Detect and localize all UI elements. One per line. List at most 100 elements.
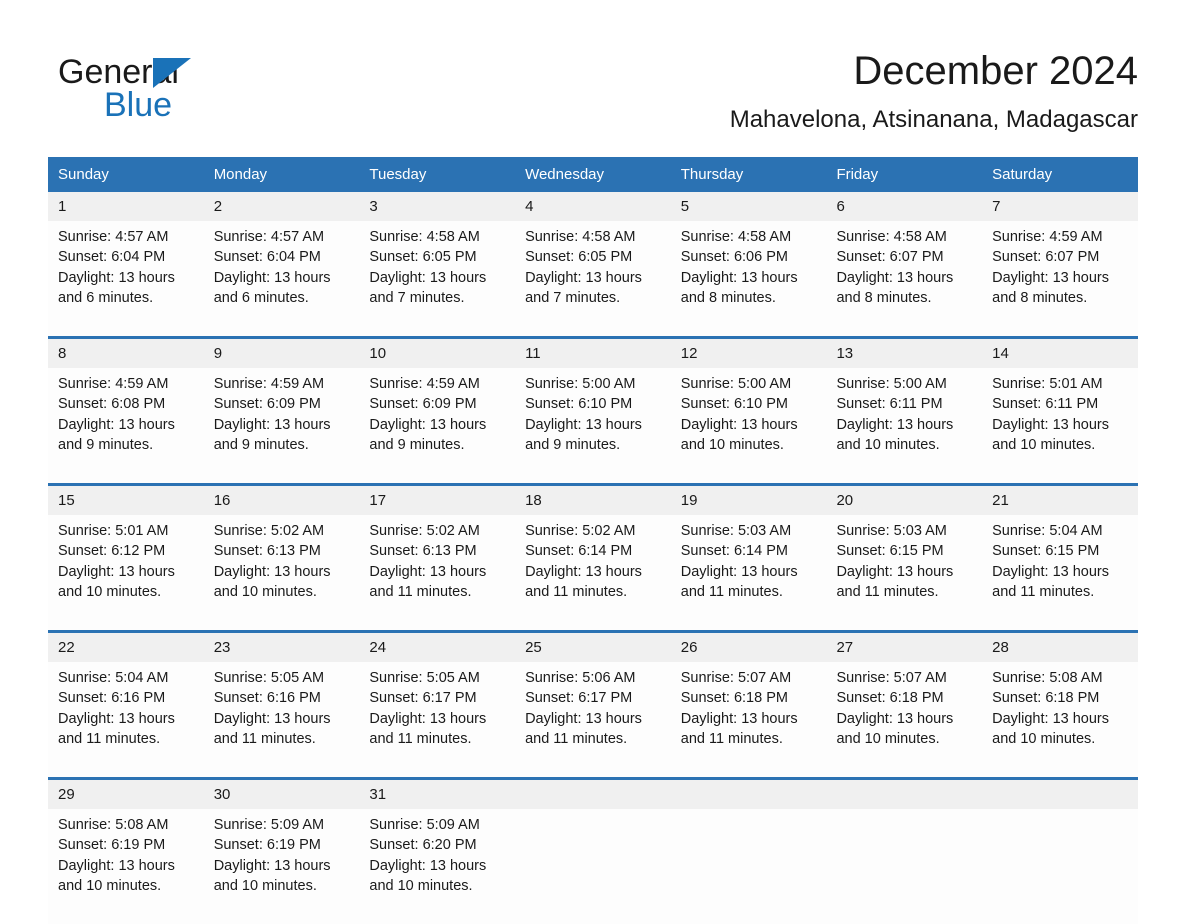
- day-cell[interactable]: Sunrise: 4:57 AM Sunset: 6:04 PM Daylight:…: [203, 221, 360, 336]
- weekday-header-thursday: Thursday: [670, 157, 827, 192]
- day-cell[interactable]: Sunrise: 5:01 AM Sunset: 6:12 PM Daylight:…: [48, 515, 204, 630]
- day-cell[interactable]: Sunrise: 5:08 AM Sunset: 6:19 PM Daylight:…: [48, 809, 204, 924]
- day-cell[interactable]: Sunrise: 5:05 AM Sunset: 6:16 PM Daylight:…: [203, 662, 360, 777]
- day-number-row: 1234567: [48, 192, 1138, 221]
- daylight-text-cont: and 10 minutes.: [836, 436, 940, 453]
- sunset-text: Sunset: 6:19 PM: [58, 837, 166, 854]
- day-cell[interactable]: Sunrise: 4:59 AM Sunset: 6:08 PM Daylight:…: [48, 368, 204, 483]
- sunset-text: Sunset: 6:20 PM: [369, 837, 477, 854]
- sunrise-text: Sunrise: 5:05 AM: [369, 670, 480, 686]
- day-cell[interactable]: Sunrise: 5:00 AM Sunset: 6:11 PM Daylight:…: [826, 368, 983, 483]
- day-cell[interactable]: Sunrise: 5:04 AM Sunset: 6:16 PM Daylight:…: [48, 662, 204, 777]
- day-cell[interactable]: Sunrise: 5:02 AM Sunset: 6:14 PM Daylight:…: [515, 515, 671, 630]
- day-cell[interactable]: Sunrise: 5:01 AM Sunset: 6:11 PM Daylight:…: [982, 368, 1138, 483]
- sunrise-text: Sunrise: 4:59 AM: [58, 376, 169, 392]
- day-cell[interactable]: Sunrise: 4:59 AM Sunset: 6:09 PM Daylight:…: [359, 368, 516, 483]
- day-cell[interactable]: Sunrise: 4:58 AM Sunset: 6:06 PM Daylight:…: [670, 221, 827, 336]
- sunset-text: Sunset: 6:09 PM: [213, 396, 321, 413]
- day-number[interactable]: 14: [982, 339, 1138, 368]
- day-number[interactable]: 9: [203, 339, 360, 368]
- day-number-row: 22 23 24 25 26 27 28: [48, 633, 1138, 662]
- day-cell[interactable]: Sunrise: 4:57 AM Sunset: 6:04 PM Daylight:…: [48, 221, 204, 336]
- day-number[interactable]: 25: [515, 633, 671, 662]
- day-cell[interactable]: Sunrise: 5:07 AM Sunset: 6:18 PM Daylight:…: [826, 662, 983, 777]
- day-number[interactable]: 28: [982, 633, 1138, 662]
- day-cell[interactable]: Sunrise: 5:03 AM Sunset: 6:15 PM Daylight:…: [826, 515, 983, 630]
- day-cell[interactable]: Sunrise: 4:58 AM Sunset: 6:05 PM Daylight:…: [359, 221, 516, 336]
- daylight-text: Daylight: 13 hours: [992, 416, 1109, 433]
- daylight-text-cont: and 6 minutes.: [213, 289, 309, 306]
- day-number[interactable]: 23: [203, 633, 360, 662]
- day-number[interactable]: 13: [826, 339, 983, 368]
- page-subtitle: Mahavelona, Atsinanana, Madagascar: [729, 106, 1138, 133]
- day-number[interactable]: 3: [359, 192, 516, 221]
- daylight-text-cont: and 10 minutes.: [992, 436, 1096, 453]
- day-cell[interactable]: Sunrise: 5:04 AM Sunset: 6:15 PM Daylight:…: [982, 515, 1138, 630]
- sunrise-text: Sunrise: 5:07 AM: [680, 670, 792, 686]
- day-number[interactable]: 31: [359, 780, 516, 809]
- day-cell[interactable]: Sunrise: 5:05 AM Sunset: 6:17 PM Daylight:…: [359, 662, 516, 777]
- day-number[interactable]: 18: [515, 486, 671, 515]
- day-number[interactable]: 20: [826, 486, 983, 515]
- day-cell[interactable]: Sunrise: 5:09 AM Sunset: 6:19 PM Daylight:…: [203, 809, 360, 924]
- daylight-text: Daylight: 13 hours: [213, 416, 331, 433]
- day-cell[interactable]: Sunrise: 5:00 AM Sunset: 6:10 PM Daylight:…: [515, 368, 671, 483]
- daylight-text: Daylight: 13 hours: [836, 416, 954, 433]
- day-number[interactable]: 30: [203, 780, 360, 809]
- day-number[interactable]: 4: [515, 192, 671, 221]
- sunset-text: Sunset: 6:14 PM: [525, 543, 633, 560]
- day-number[interactable]: 24: [359, 633, 516, 662]
- day-number[interactable]: 17: [359, 486, 516, 515]
- day-cell[interactable]: Sunrise: 5:08 AM Sunset: 6:18 PM Daylight:…: [982, 662, 1138, 777]
- day-cell[interactable]: Sunrise: 4:58 AM Sunset: 6:07 PM Daylight:…: [826, 221, 983, 336]
- daylight-text: Daylight: 13 hours: [992, 269, 1109, 286]
- daylight-text: Daylight: 13 hours: [213, 857, 331, 874]
- daylight-text: Daylight: 13 hours: [369, 857, 487, 874]
- day-number[interactable]: 29: [48, 780, 204, 809]
- day-cell[interactable]: Sunrise: 5:03 AM Sunset: 6:14 PM Daylight:…: [670, 515, 827, 630]
- day-number[interactable]: 15: [48, 486, 204, 515]
- daylight-text-cont: and 11 minutes.: [58, 730, 161, 747]
- sunset-text: Sunset: 6:18 PM: [992, 690, 1100, 707]
- daylight-text-cont: and 10 minutes.: [58, 583, 162, 600]
- day-number[interactable]: 6: [826, 192, 983, 221]
- day-number[interactable]: 10: [359, 339, 516, 368]
- day-number[interactable]: 21: [982, 486, 1138, 515]
- daylight-text-cont: and 11 minutes.: [525, 583, 628, 600]
- day-number[interactable]: 1: [48, 192, 204, 221]
- daylight-text: Daylight: 13 hours: [836, 563, 954, 580]
- day-cell[interactable]: Sunrise: 4:59 AM Sunset: 6:09 PM Daylight:…: [203, 368, 360, 483]
- day-number[interactable]: 27: [826, 633, 983, 662]
- day-cell[interactable]: Sunrise: 5:00 AM Sunset: 6:10 PM Daylight:…: [670, 368, 827, 483]
- daylight-text-cont: and 7 minutes.: [525, 289, 621, 306]
- day-number[interactable]: 26: [670, 633, 827, 662]
- logo-word-blue: Blue: [104, 86, 173, 124]
- day-cell[interactable]: Sunrise: 5:02 AM Sunset: 6:13 PM Daylight:…: [203, 515, 360, 630]
- day-cell[interactable]: Sunrise: 5:02 AM Sunset: 6:13 PM Daylight:…: [359, 515, 516, 630]
- day-cell[interactable]: Sunrise: 5:07 AM Sunset: 6:18 PM Daylight:…: [670, 662, 827, 777]
- day-number[interactable]: 11: [515, 339, 671, 368]
- daylight-text: Daylight: 13 hours: [369, 416, 487, 433]
- day-number[interactable]: 2: [203, 192, 360, 221]
- day-number[interactable]: 5: [670, 192, 827, 221]
- day-cell[interactable]: Sunrise: 4:59 AM Sunset: 6:07 PM Daylight:…: [982, 221, 1138, 336]
- sunrise-text: Sunrise: 5:01 AM: [992, 376, 1103, 392]
- sunrise-text: Sunrise: 5:04 AM: [58, 670, 169, 686]
- day-cell[interactable]: Sunrise: 5:09 AM Sunset: 6:20 PM Daylight:…: [359, 809, 516, 924]
- sunrise-text: Sunrise: 4:58 AM: [680, 229, 792, 245]
- day-cell[interactable]: Sunrise: 5:06 AM Sunset: 6:17 PM Daylight:…: [515, 662, 671, 777]
- day-number-empty: [826, 780, 983, 809]
- day-number[interactable]: 19: [670, 486, 827, 515]
- day-number[interactable]: 22: [48, 633, 204, 662]
- daylight-text-cont: and 9 minutes.: [58, 436, 154, 453]
- day-number[interactable]: 16: [203, 486, 360, 515]
- day-number[interactable]: 8: [48, 339, 204, 368]
- sunset-text: Sunset: 6:16 PM: [58, 690, 166, 707]
- general-blue-logo[interactable]: General Blue: [58, 52, 318, 132]
- sunrise-text: Sunrise: 4:57 AM: [58, 229, 169, 245]
- daylight-text-cont: and 11 minutes.: [369, 583, 472, 600]
- day-number[interactable]: 7: [982, 192, 1138, 221]
- sunrise-text: Sunrise: 4:57 AM: [213, 229, 325, 245]
- day-number[interactable]: 12: [670, 339, 827, 368]
- day-cell[interactable]: Sunrise: 4:58 AM Sunset: 6:05 PM Daylight:…: [515, 221, 671, 336]
